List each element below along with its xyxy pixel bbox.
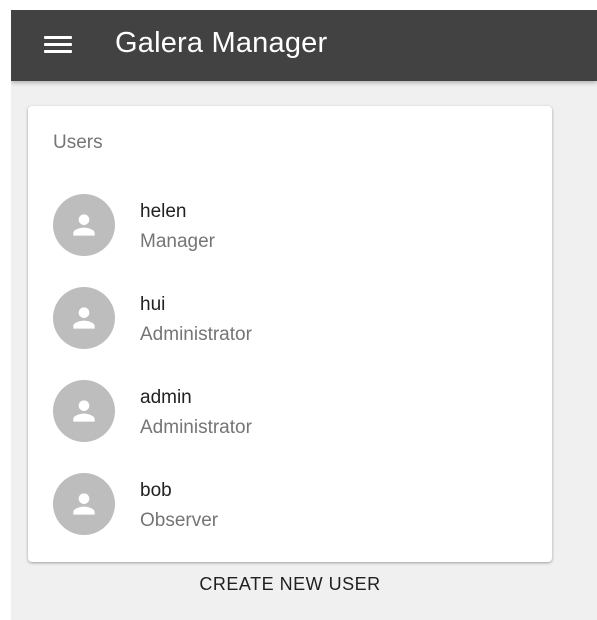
user-list-item[interactable]: helen Manager bbox=[28, 186, 552, 279]
users-card-title: Users bbox=[53, 132, 103, 153]
app-title: Galera Manager bbox=[115, 27, 328, 59]
user-role: Observer bbox=[140, 510, 219, 531]
user-role: Administrator bbox=[140, 324, 252, 345]
person-icon bbox=[73, 214, 95, 236]
app-bar: Galera Manager bbox=[11, 10, 597, 81]
user-list: helen Manager hui Administrator admin Ad… bbox=[28, 186, 552, 558]
avatar bbox=[53, 194, 115, 256]
user-name: helen bbox=[140, 201, 187, 222]
users-card: Users helen Manager hui Administrator ad… bbox=[28, 106, 552, 562]
avatar bbox=[53, 380, 115, 442]
user-name: bob bbox=[140, 480, 172, 501]
user-list-item[interactable]: bob Observer bbox=[28, 465, 552, 558]
user-role: Administrator bbox=[140, 417, 252, 438]
person-icon bbox=[73, 493, 95, 515]
user-list-item[interactable]: hui Administrator bbox=[28, 279, 552, 372]
avatar bbox=[53, 287, 115, 349]
person-icon bbox=[73, 307, 95, 329]
create-new-user-button[interactable]: CREATE NEW USER bbox=[11, 572, 569, 596]
user-role: Manager bbox=[140, 231, 215, 252]
person-icon bbox=[73, 400, 95, 422]
user-list-item[interactable]: admin Administrator bbox=[28, 372, 552, 465]
app-frame: Galera Manager Users helen Manager hui A… bbox=[11, 10, 597, 620]
hamburger-menu-icon[interactable] bbox=[44, 34, 72, 56]
avatar bbox=[53, 473, 115, 535]
user-name: admin bbox=[140, 387, 192, 408]
user-name: hui bbox=[140, 294, 166, 315]
